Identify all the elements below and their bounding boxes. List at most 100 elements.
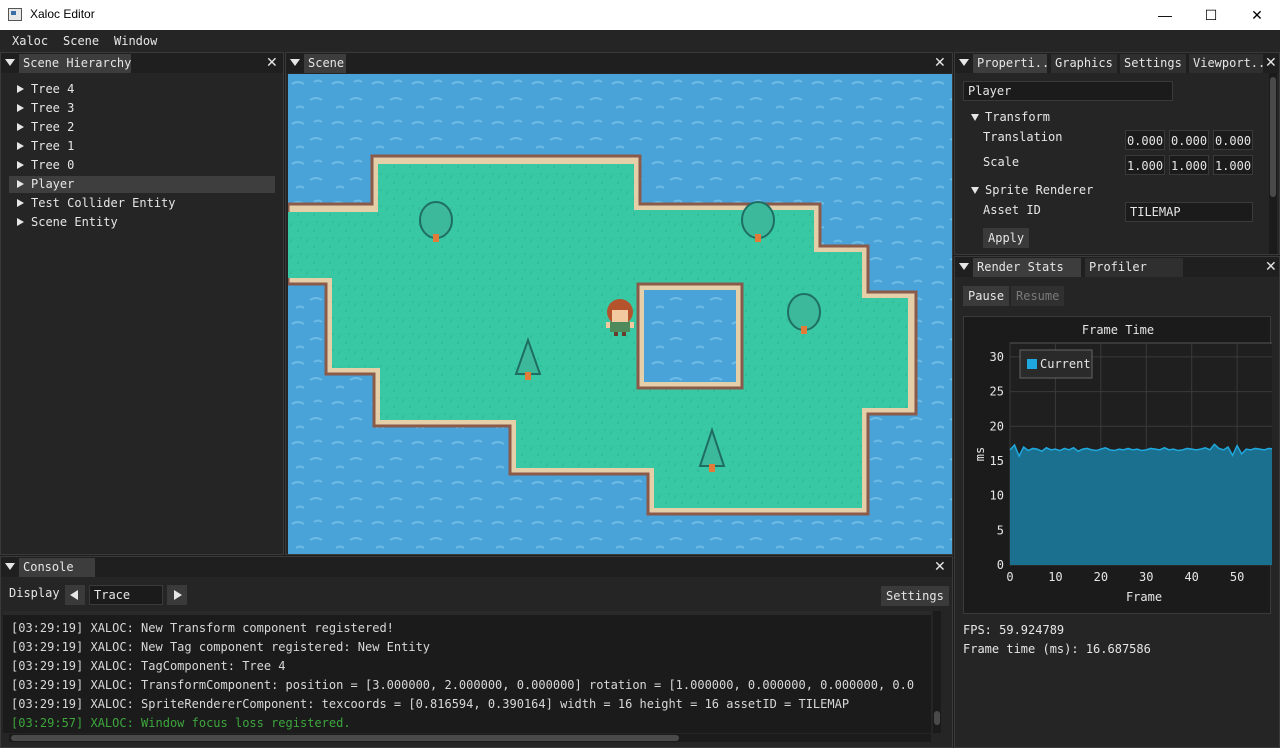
expand-arrow-icon[interactable] xyxy=(17,218,24,226)
panel-menu-icon[interactable] xyxy=(959,59,969,66)
hierarchy-tabbar: Scene Hierarchy ✕ xyxy=(1,53,283,73)
hierarchy-item-label: Player xyxy=(31,177,75,191)
level-next-button[interactable] xyxy=(167,585,187,605)
frame-time-readout: Frame time (ms): 16.687586 xyxy=(963,642,1151,656)
console-v-scrollbar[interactable] xyxy=(933,611,941,733)
hierarchy-item[interactable]: Tree 3 xyxy=(9,100,275,117)
close-icon[interactable]: ✕ xyxy=(1265,55,1277,71)
console-h-scrollbar[interactable] xyxy=(9,734,931,742)
properties-scrollbar[interactable] xyxy=(1269,73,1277,254)
menu-scene[interactable]: Scene xyxy=(63,34,99,48)
scale-z-input[interactable]: 1.000 xyxy=(1213,155,1253,175)
hierarchy-item[interactable]: Player xyxy=(9,176,275,193)
minimize-button[interactable]: — xyxy=(1142,0,1188,30)
log-line: [03:29:19] XALOC: New Tag component regi… xyxy=(11,640,431,654)
hierarchy-item[interactable]: Test Collider Entity xyxy=(9,195,275,212)
hierarchy-item[interactable]: Scene Entity xyxy=(9,214,275,231)
hierarchy-item-label: Tree 4 xyxy=(31,82,75,96)
expand-arrow-icon[interactable] xyxy=(17,123,24,131)
render-stats-panel: Render Stats Profiler ✕ Pause Resume Fra… xyxy=(954,256,1280,748)
hierarchy-item-label: Tree 3 xyxy=(31,101,75,115)
panel-menu-icon[interactable] xyxy=(290,59,300,66)
tab-viewport[interactable]: Viewport... xyxy=(1189,54,1263,73)
sprite-renderer-header[interactable]: Sprite Renderer xyxy=(985,183,1093,197)
panel-menu-icon[interactable] xyxy=(5,59,15,66)
translation-y-input[interactable]: 0.000 xyxy=(1169,130,1209,150)
console-tabbar: Console ✕ xyxy=(1,557,952,577)
asset-id-input[interactable]: TILEMAP xyxy=(1125,202,1253,222)
console-settings-button[interactable]: Settings xyxy=(881,586,949,606)
expand-arrow-icon[interactable] xyxy=(17,142,24,150)
x-tick-label: 0 xyxy=(1006,570,1013,584)
close-icon[interactable]: ✕ xyxy=(266,55,278,71)
window-titlebar: Xaloc Editor — ☐ ✕ xyxy=(0,0,1280,30)
menu-window[interactable]: Window xyxy=(114,34,157,48)
scale-y-input[interactable]: 1.000 xyxy=(1169,155,1209,175)
tab-settings[interactable]: Settings xyxy=(1120,54,1186,73)
tab-scene[interactable]: Scene xyxy=(304,54,346,73)
legend-label: Current xyxy=(1040,357,1091,371)
hierarchy-item[interactable]: Tree 4 xyxy=(9,81,275,98)
hierarchy-item[interactable]: Tree 2 xyxy=(9,119,275,136)
menu-xaloc[interactable]: Xaloc xyxy=(12,34,48,48)
arrow-left-icon xyxy=(70,590,78,600)
legend-swatch xyxy=(1027,359,1037,369)
log-line: [03:29:19] XALOC: SpriteRendererComponen… xyxy=(11,697,850,711)
pause-button[interactable]: Pause xyxy=(963,286,1010,306)
close-icon[interactable]: ✕ xyxy=(934,559,946,575)
close-icon[interactable]: ✕ xyxy=(1265,259,1277,275)
tab-scene-hierarchy[interactable]: Scene Hierarchy xyxy=(19,54,131,73)
entity-name-input[interactable]: Player xyxy=(963,81,1173,101)
hierarchy-item-label: Scene Entity xyxy=(31,215,118,229)
expand-arrow-icon[interactable] xyxy=(17,104,24,112)
hierarchy-item-label: Tree 0 xyxy=(31,158,75,172)
translation-z-input[interactable]: 0.000 xyxy=(1213,130,1253,150)
translation-label: Translation xyxy=(983,130,1063,144)
translation-x-input[interactable]: 0.000 xyxy=(1125,130,1165,150)
tab-profiler[interactable]: Profiler xyxy=(1085,258,1183,277)
tab-properties[interactable]: Properti... xyxy=(973,54,1047,73)
hierarchy-item[interactable]: Tree 1 xyxy=(9,138,275,155)
hierarchy-item-label: Tree 2 xyxy=(31,120,75,134)
transform-header[interactable]: Transform xyxy=(985,110,1050,124)
tab-graphics[interactable]: Graphics xyxy=(1051,54,1117,73)
x-tick-label: 30 xyxy=(1139,570,1153,584)
log-line: [03:29:19] XALOC: New Transform componen… xyxy=(11,621,394,635)
chart-title: Frame Time xyxy=(1082,323,1154,337)
expand-arrow-icon[interactable] xyxy=(17,85,24,93)
maximize-button[interactable]: ☐ xyxy=(1188,0,1234,30)
apply-button[interactable]: Apply xyxy=(983,228,1030,248)
level-prev-button[interactable] xyxy=(65,585,85,605)
arrow-right-icon xyxy=(174,590,182,600)
hierarchy-item[interactable]: Tree 0 xyxy=(9,157,275,174)
app-icon xyxy=(8,8,22,21)
menu-bar: Xaloc Scene Window xyxy=(0,30,1280,52)
expand-arrow-icon[interactable] xyxy=(17,199,24,207)
panel-menu-icon[interactable] xyxy=(959,263,969,270)
tab-console[interactable]: Console xyxy=(19,558,95,577)
scene-panel: Scene ✕ xyxy=(285,52,953,555)
scene-tilemap xyxy=(288,74,952,554)
tab-render-stats[interactable]: Render Stats xyxy=(973,258,1081,277)
fps-readout: FPS: 59.924789 xyxy=(963,623,1065,637)
resume-button[interactable]: Resume xyxy=(1011,286,1065,306)
hierarchy-item-label: Test Collider Entity xyxy=(31,196,176,210)
close-window-button[interactable]: ✕ xyxy=(1234,0,1280,30)
y-tick-label: 15 xyxy=(990,454,1004,468)
stats-tabbar: Render Stats Profiler ✕ xyxy=(955,257,1279,277)
properties-panel: Properti... Graphics Settings Viewport..… xyxy=(954,52,1280,255)
panel-menu-icon[interactable] xyxy=(5,563,15,570)
asset-id-label: Asset ID xyxy=(983,203,1041,217)
sprite-collapse-icon[interactable] xyxy=(971,187,979,194)
y-tick-label: 20 xyxy=(990,419,1004,433)
log-line: [03:29:19] XALOC: TransformComponent: po… xyxy=(11,678,915,692)
close-icon[interactable]: ✕ xyxy=(934,55,946,71)
scene-viewport[interactable] xyxy=(288,74,952,554)
y-tick-label: 10 xyxy=(990,489,1004,503)
expand-arrow-icon[interactable] xyxy=(17,161,24,169)
expand-arrow-icon[interactable] xyxy=(17,180,24,188)
scale-x-input[interactable]: 1.000 xyxy=(1125,155,1165,175)
log-level-select[interactable]: Trace xyxy=(89,585,163,605)
transform-collapse-icon[interactable] xyxy=(971,114,979,121)
x-axis-label: Frame xyxy=(1126,590,1162,604)
